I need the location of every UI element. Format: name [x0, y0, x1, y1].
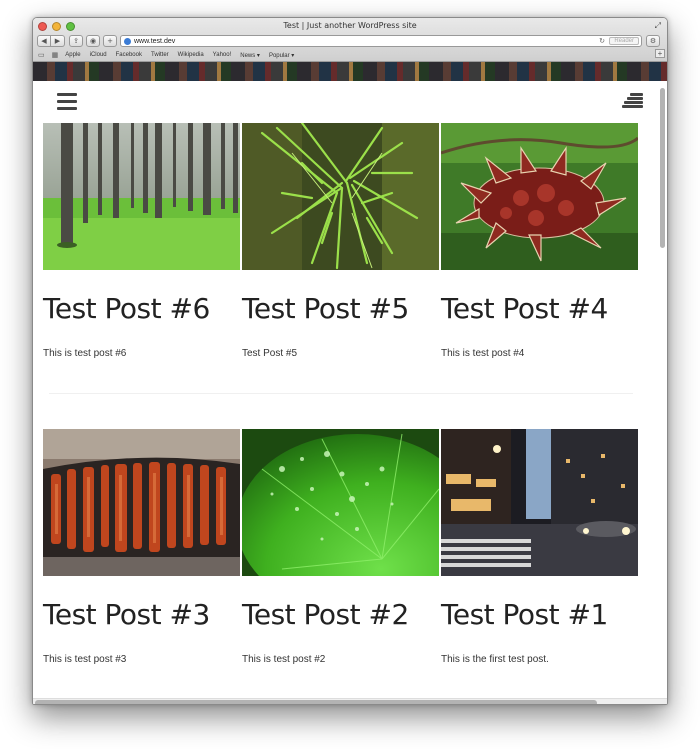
browser-chrome: Test | Just another WordPress site ⤢ ◀ ▶… — [33, 18, 667, 62]
bookmarks-bar: ▭ ▦ Apple iCloud Facebook Twitter Wikipe… — [38, 50, 662, 60]
post-card: Test Post #1 This is the first test post… — [441, 429, 638, 665]
post-title[interactable]: Test Post #3 — [43, 598, 240, 631]
menu-icon[interactable] — [57, 93, 77, 110]
top-sites-icon[interactable]: ▦ — [52, 51, 59, 59]
history-button[interactable]: ◉ — [86, 35, 100, 47]
bookmark-yahoo[interactable]: Yahoo! — [213, 52, 232, 58]
posts-row: Test Post #6 This is test post #6 Test P… — [43, 123, 639, 359]
bookmark-news[interactable]: News ▾ — [240, 52, 260, 59]
address-bar[interactable]: www.test.dev ↻ Reader — [120, 35, 642, 47]
settings-button[interactable]: ⚙ — [646, 35, 660, 47]
header-banner-image — [33, 62, 667, 81]
globe-icon — [124, 37, 131, 45]
reader-button[interactable]: Reader — [609, 37, 639, 45]
browser-window: Test | Just another WordPress site ⤢ ◀ ▶… — [32, 17, 668, 705]
window-title: Test | Just another WordPress site — [283, 21, 417, 30]
post-thumbnail-burnt-bark[interactable] — [43, 429, 240, 576]
post-title[interactable]: Test Post #5 — [242, 292, 439, 325]
bookmark-wikipedia[interactable]: Wikipedia — [178, 52, 204, 58]
post-card: Test Post #6 This is test post #6 — [43, 123, 240, 359]
post-title[interactable]: Test Post #2 — [242, 598, 439, 631]
url-text: www.test.dev — [134, 37, 176, 45]
bookmark-apple[interactable]: Apple — [65, 52, 80, 58]
post-excerpt: This is the first test post. — [441, 654, 549, 665]
post-card: Test Post #3 This is test post #3 — [43, 429, 240, 665]
reload-icon[interactable]: ↻ — [599, 37, 605, 45]
back-button[interactable]: ◀ — [37, 35, 51, 47]
post-excerpt: This is test post #3 — [43, 654, 127, 665]
post-thumbnail-red-seed-pod[interactable] — [441, 123, 638, 270]
new-tab-button[interactable]: + — [103, 35, 117, 47]
post-thumbnail-city-street-night[interactable] — [441, 429, 638, 576]
site-header — [33, 81, 667, 123]
bookmark-facebook[interactable]: Facebook — [116, 52, 142, 58]
post-title[interactable]: Test Post #6 — [43, 292, 240, 325]
post-excerpt: This is test post #2 — [242, 654, 326, 665]
post-title[interactable]: Test Post #1 — [441, 598, 638, 631]
page-viewport: Test Post #6 This is test post #6 Test P… — [33, 62, 667, 704]
add-bookmark-icon[interactable]: + — [655, 49, 665, 58]
fullscreen-icon[interactable]: ⤢ — [655, 21, 661, 31]
bookmark-icloud[interactable]: iCloud — [90, 52, 107, 58]
post-card: Test Post #5 Test Post #5 — [242, 123, 439, 359]
post-excerpt: This is test post #6 — [43, 348, 127, 359]
book-icon[interactable]: ▭ — [38, 51, 45, 59]
browser-toolbar: ◀ ▶ ⇪ ◉ + www.test.dev ↻ Reader ⚙ — [37, 34, 663, 48]
post-title[interactable]: Test Post #4 — [441, 292, 638, 325]
post-excerpt: This is test post #4 — [441, 348, 525, 359]
post-card: Test Post #4 This is test post #4 — [441, 123, 638, 359]
post-thumbnail-green-leaf-water-drops[interactable] — [242, 429, 439, 576]
post-card: Test Post #2 This is test post #2 — [242, 429, 439, 665]
sidebar-toggle-icon[interactable] — [622, 93, 643, 110]
share-button[interactable]: ⇪ — [69, 35, 83, 47]
bookmark-twitter[interactable]: Twitter — [151, 52, 169, 58]
post-excerpt: Test Post #5 — [242, 348, 298, 359]
forward-button[interactable]: ▶ — [51, 35, 65, 47]
bookmark-popular[interactable]: Popular ▾ — [269, 52, 294, 59]
vertical-scrollbar[interactable] — [660, 88, 665, 248]
posts-grid: Test Post #6 This is test post #6 Test P… — [43, 123, 639, 665]
post-thumbnail-green-fern-leaves[interactable] — [242, 123, 439, 270]
post-thumbnail-pine-forest[interactable] — [43, 123, 240, 270]
row-divider — [49, 393, 633, 394]
horizontal-scrollbar[interactable] — [35, 700, 597, 704]
posts-row: Test Post #3 This is test post #3 Test P… — [43, 429, 639, 665]
